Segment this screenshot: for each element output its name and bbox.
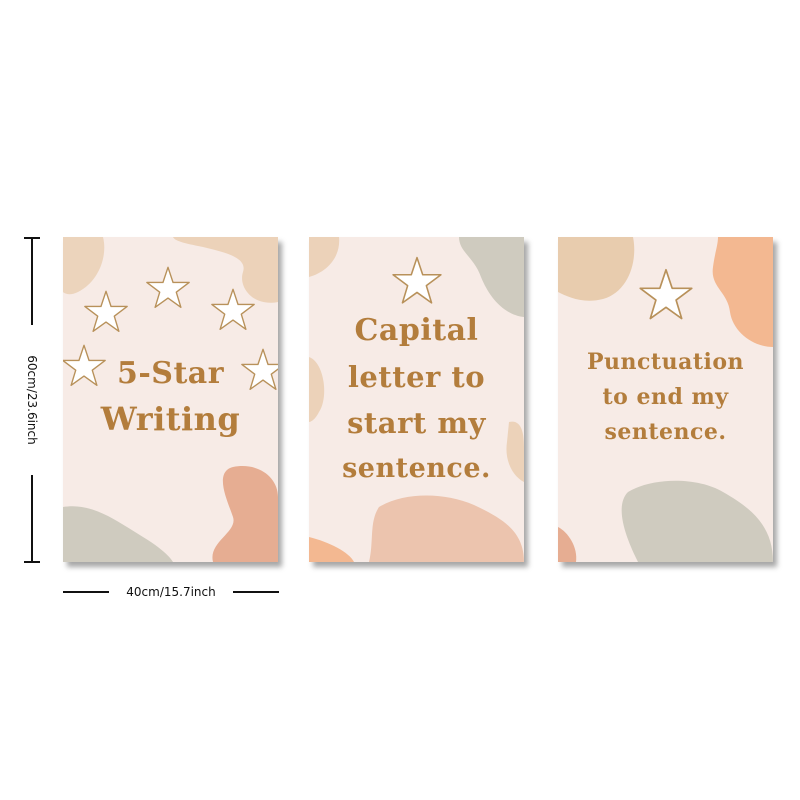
poster-title-line-4: sentence.	[342, 453, 491, 484]
poster-title-line-1: Capital	[354, 313, 479, 348]
poster-capital-letter: Capital letter to start my sentence.	[309, 237, 524, 562]
poster-title-line-2: letter to	[347, 360, 486, 394]
poster-five-star-writing: 5-Star Writing	[63, 237, 278, 562]
star-icon	[84, 290, 128, 333]
star-icon	[392, 256, 442, 304]
height-label: 60cm/23.6inch	[25, 355, 39, 445]
poster-title-line-3: sentence.	[604, 419, 727, 445]
dimension-tick-bottom	[24, 561, 40, 563]
dimension-line-top	[31, 237, 33, 325]
poster-title-line-2: Writing	[100, 400, 241, 438]
dimension-line-bottom	[31, 475, 33, 563]
dimension-line-right	[233, 591, 279, 593]
poster-punctuation: Punctuation to end my sentence.	[558, 237, 773, 562]
width-dimension: 40cm/15.7inch	[63, 583, 279, 601]
star-icon	[639, 268, 693, 320]
poster-title-line-1: 5-Star	[116, 356, 225, 391]
poster-title-line-3: start my	[347, 406, 486, 440]
poster-title-line-1: Punctuation	[586, 349, 745, 375]
star-icon	[146, 266, 190, 309]
height-dimension: 60cm/23.6inch	[24, 237, 40, 563]
star-icon	[211, 288, 255, 331]
poster-title-line-2: to end my	[602, 384, 729, 410]
